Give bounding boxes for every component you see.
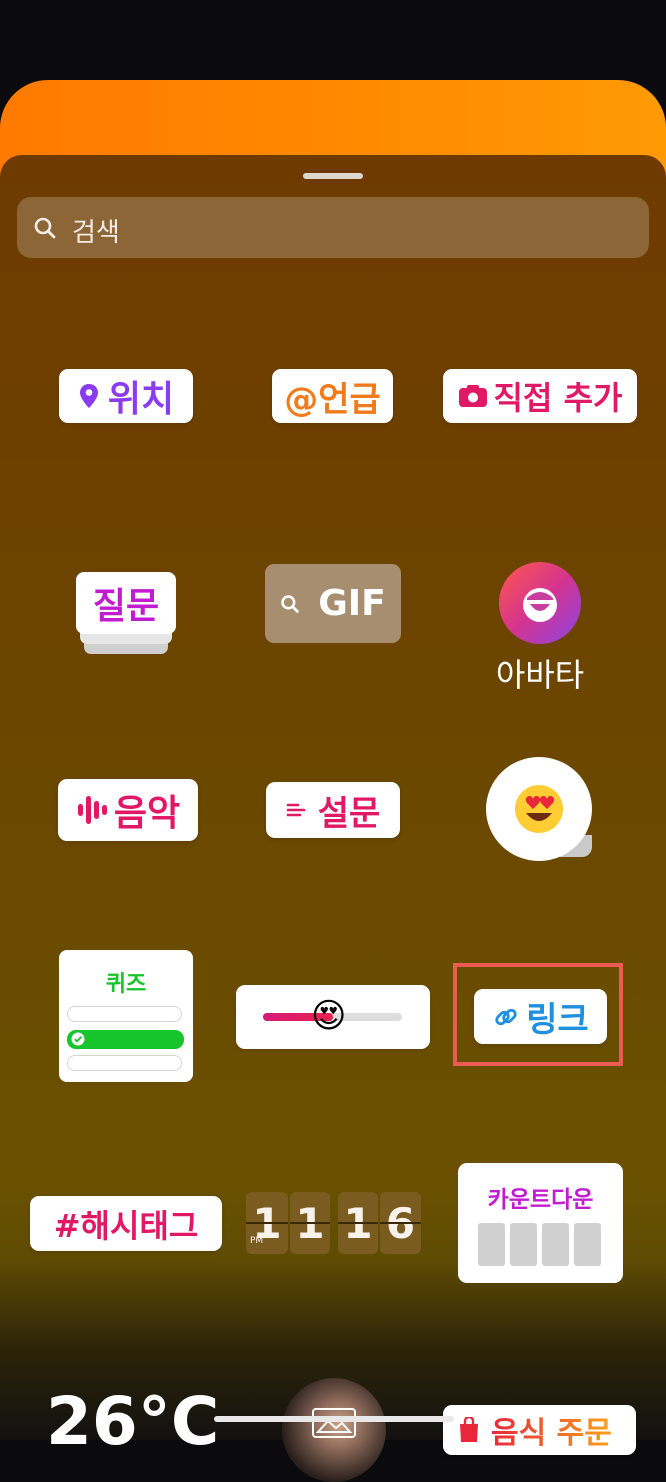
hashtag-sticker[interactable]: #해시태그 [30, 1196, 222, 1251]
avatar-icon [499, 562, 581, 644]
clock-ampm: PM [250, 1236, 264, 1246]
camera-icon [458, 385, 487, 407]
avatar-label: 아바타 [495, 656, 585, 694]
temperature-sticker[interactable]: 26°C [46, 1382, 219, 1462]
question-sticker-card: 질문 [76, 572, 176, 634]
location-sticker[interactable]: 위치 [59, 369, 193, 423]
add-yours-sticker[interactable]: 직접 추가 [443, 369, 637, 423]
hashtag-label: #해시태그 [53, 1206, 199, 1245]
quiz-sticker[interactable]: 퀴즈 [59, 950, 193, 1082]
clock-hour-ones: 1 [290, 1192, 330, 1254]
location-label: 위치 [107, 379, 175, 420]
sheet-grabber[interactable] [303, 173, 363, 179]
check-icon [71, 1032, 85, 1046]
mention-sticker[interactable]: @언급 [272, 369, 393, 423]
food-bag-icon [460, 1417, 478, 1442]
countdown-label: 카운트다운 [487, 1187, 594, 1213]
quiz-label: 퀴즈 [105, 972, 147, 997]
clock-digit-4: 6 [385, 1198, 416, 1248]
poll-label: 설문 [317, 793, 381, 834]
photo-sticker[interactable] [282, 1378, 386, 1482]
countdown-slot-3 [542, 1223, 569, 1266]
gif-sticker[interactable]: GIF [265, 564, 401, 643]
heart-eyes-emoji-icon [515, 785, 563, 833]
add-yours-label: 직접 추가 [493, 379, 623, 417]
question-sticker[interactable]: 질문 [76, 572, 176, 657]
quiz-option-correct [67, 1030, 184, 1049]
question-label: 질문 [92, 586, 160, 627]
avatar-sticker[interactable]: 아바타 [480, 562, 600, 694]
quiz-option-3 [67, 1055, 182, 1071]
clock-digit-3: 1 [343, 1198, 373, 1248]
location-pin-icon [79, 384, 98, 408]
clock-digit-2: 1 [295, 1198, 325, 1248]
search-placeholder: 검색 [72, 218, 120, 248]
clock-sticker[interactable]: 1 PM 1 1 6 [246, 1192, 421, 1254]
search-icon [34, 217, 56, 239]
countdown-slot-4 [574, 1223, 601, 1266]
emoji-reaction-sticker[interactable] [486, 757, 594, 861]
food-order-label: 음식 주문 [491, 1408, 612, 1452]
countdown-slot-2 [510, 1223, 537, 1266]
speech-bubble [486, 757, 592, 861]
clock-minute-ones: 6 [380, 1192, 421, 1254]
poll-icon [286, 803, 306, 817]
music-bars-icon [77, 796, 107, 824]
food-order-sticker[interactable]: 음식 주문 [443, 1405, 636, 1455]
quiz-option-1 [67, 1006, 182, 1022]
countdown-sticker[interactable]: 카운트다운 [458, 1163, 623, 1283]
clock-minute-tens: 1 [338, 1192, 378, 1254]
search-icon [281, 594, 300, 613]
photo-icon [312, 1408, 356, 1438]
slider-emoji[interactable]: 😍 [311, 994, 346, 1038]
home-indicator [214, 1416, 454, 1422]
link-highlight-box [453, 963, 623, 1066]
countdown-slot-1 [478, 1223, 505, 1266]
emoji-slider-sticker[interactable]: 😍 [236, 985, 430, 1049]
gif-label: GIF [318, 583, 386, 624]
search-bar[interactable]: 검색 [17, 197, 649, 258]
music-label: 음악 [113, 793, 181, 834]
mention-label: @언급 [284, 379, 381, 420]
music-sticker[interactable]: 음악 [58, 779, 198, 841]
poll-sticker[interactable]: 설문 [266, 782, 400, 838]
clock-hour-tens: 1 PM [246, 1192, 288, 1254]
